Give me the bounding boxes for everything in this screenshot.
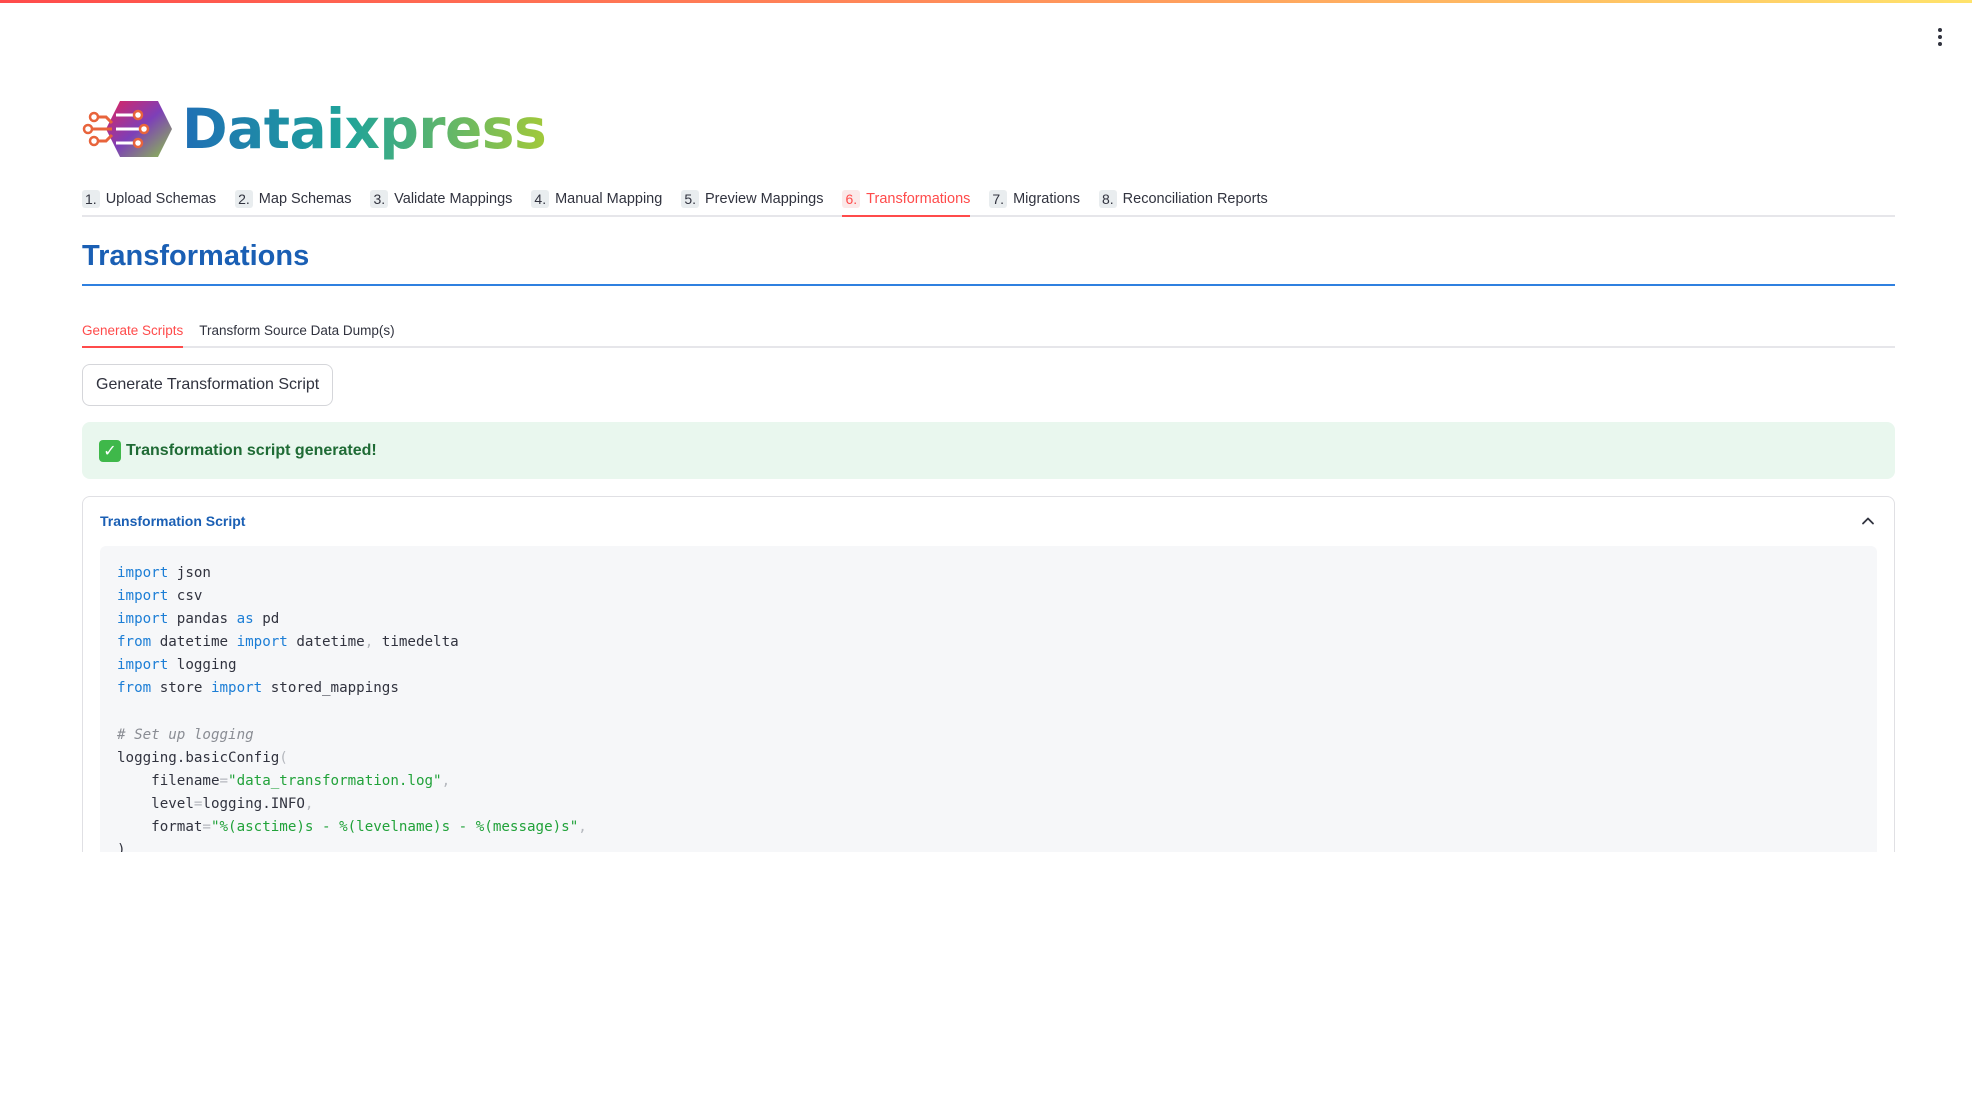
tab-label: Transformations (866, 191, 971, 207)
page-title: Transformations (82, 240, 310, 272)
code-line: import json (117, 562, 1860, 585)
code-token: filename (117, 772, 220, 789)
code-block: import json import csv import pandas as … (100, 546, 1877, 852)
code-token: # Set up logging (117, 726, 254, 743)
tab-manual-mapping[interactable]: 4. Manual Mapping (531, 183, 662, 215)
tab-number: 4. (531, 190, 550, 208)
code-token: = (219, 772, 229, 789)
top-decoration-bar (0, 0, 1972, 3)
tab-map-schemas[interactable]: 2. Map Schemas (235, 183, 351, 215)
tab-reconciliation-reports[interactable]: 8. Reconciliation Reports (1098, 183, 1268, 215)
tab-number: 6. (842, 190, 861, 208)
success-alert: ✓ Transformation script generated! (82, 422, 1895, 479)
tab-number: 7. (989, 190, 1008, 208)
code-token: import (117, 565, 169, 581)
code-token: , (304, 795, 314, 812)
code-token: logging (168, 657, 237, 674)
code-token: pandas (168, 611, 237, 628)
tab-migrations[interactable]: 7. Migrations (989, 183, 1080, 215)
tab-validate-mappings[interactable]: 3. Validate Mappings (370, 183, 512, 215)
chevron-up-icon[interactable] (1860, 513, 1876, 529)
code-token: logging.basicConfig (117, 749, 280, 766)
tab-label: Upload Schemas (105, 191, 217, 207)
expander-header[interactable]: Transformation Script (83, 497, 1894, 545)
tab-upload-schemas[interactable]: 1. Upload Schemas (82, 183, 216, 215)
code-token: , (578, 819, 587, 836)
generate-transformation-script-button[interactable]: Generate Transformation Script (82, 364, 334, 406)
code-line: format="%(asctime)s - %(levelname)s - %(… (117, 816, 1860, 839)
code-line: from datetime import datetime, timedelta (117, 631, 1860, 654)
code-token: , (441, 772, 451, 789)
title-divider (82, 284, 1895, 286)
tab-preview-mappings[interactable]: 5. Preview Mappings (681, 183, 823, 215)
main-menu-kebab-icon[interactable] (1930, 26, 1950, 48)
code-line: level=logging.INFO, (117, 793, 1860, 816)
tab-label: Preview Mappings (705, 191, 824, 207)
code-token: json (168, 565, 211, 581)
logo-hexagon-icon (82, 101, 172, 157)
code-token: import (117, 588, 169, 605)
code-line: # Set up logging (117, 724, 1860, 747)
alert-message: Transformation script generated! (126, 441, 377, 459)
code-line: import pandas as pd (117, 608, 1860, 631)
code-token: as (236, 611, 254, 628)
code-token: "%(asctime)s - %(levelname)s - %(message… (210, 819, 579, 836)
tab-number: 2. (235, 190, 253, 208)
code-line: filename="data_transformation.log", (117, 770, 1860, 793)
tab-label: Map Schemas (258, 191, 352, 207)
tab-label: Manual Mapping (555, 191, 663, 207)
code-token: timedelta (373, 634, 459, 651)
code-token: csv (168, 588, 203, 605)
code-line: import logging (117, 654, 1860, 677)
code-token: from (117, 634, 152, 651)
tab-label: Validate Mappings (394, 191, 513, 207)
code-token: store (151, 680, 211, 697)
code-line: logging.basicConfig( (117, 747, 1860, 770)
tab-label: Migrations (1013, 191, 1080, 207)
code-token: datetime (287, 634, 365, 651)
code-token: import (117, 657, 169, 674)
code-token: logging.INFO (202, 795, 305, 812)
check-icon: ✓ (99, 439, 121, 462)
tab-number: 8. (1098, 190, 1117, 208)
tab-transformations[interactable]: 6. Transformations (842, 183, 971, 217)
code-token: , (364, 634, 374, 651)
code-token: pd (253, 611, 280, 628)
code-token: level (117, 795, 194, 812)
code-token: from (117, 680, 152, 697)
tab-generate-scripts[interactable]: Generate Scripts (82, 314, 184, 348)
tab-label: Reconciliation Reports (1122, 191, 1268, 207)
code-line: from store import stored_mappings (117, 677, 1860, 700)
main-nav-tabs: 1. Upload Schemas 2. Map Schemas 3. Vali… (82, 183, 1895, 217)
code-token: datetime (151, 634, 237, 651)
expander-title: Transformation Script (100, 513, 246, 529)
tab-number: 1. (82, 190, 100, 208)
code-token: import (210, 680, 263, 697)
code-token: = (202, 819, 211, 836)
code-token: stored_mappings (262, 680, 399, 697)
transformation-script-expander: Transformation Script import json import… (82, 496, 1895, 852)
code-token: ) (117, 842, 126, 852)
code-token: import (117, 611, 169, 628)
app-logo: Dataixpress (82, 94, 547, 164)
code-token: "data_transformation.log" (228, 772, 442, 789)
code-token: import (236, 634, 288, 651)
tab-number: 3. (370, 190, 389, 208)
code-token: ( (279, 749, 288, 766)
tab-transform-source-data-dumps[interactable]: Transform Source Data Dump(s) (199, 314, 394, 346)
logo-wordmark: Dataixpress (182, 94, 547, 164)
code-token: format (117, 819, 203, 836)
tab-number: 5. (681, 190, 699, 208)
sub-tabs: Generate Scripts Transform Source Data D… (82, 314, 1895, 348)
code-line: import csv (117, 585, 1860, 608)
code-line: ) (117, 839, 1860, 852)
